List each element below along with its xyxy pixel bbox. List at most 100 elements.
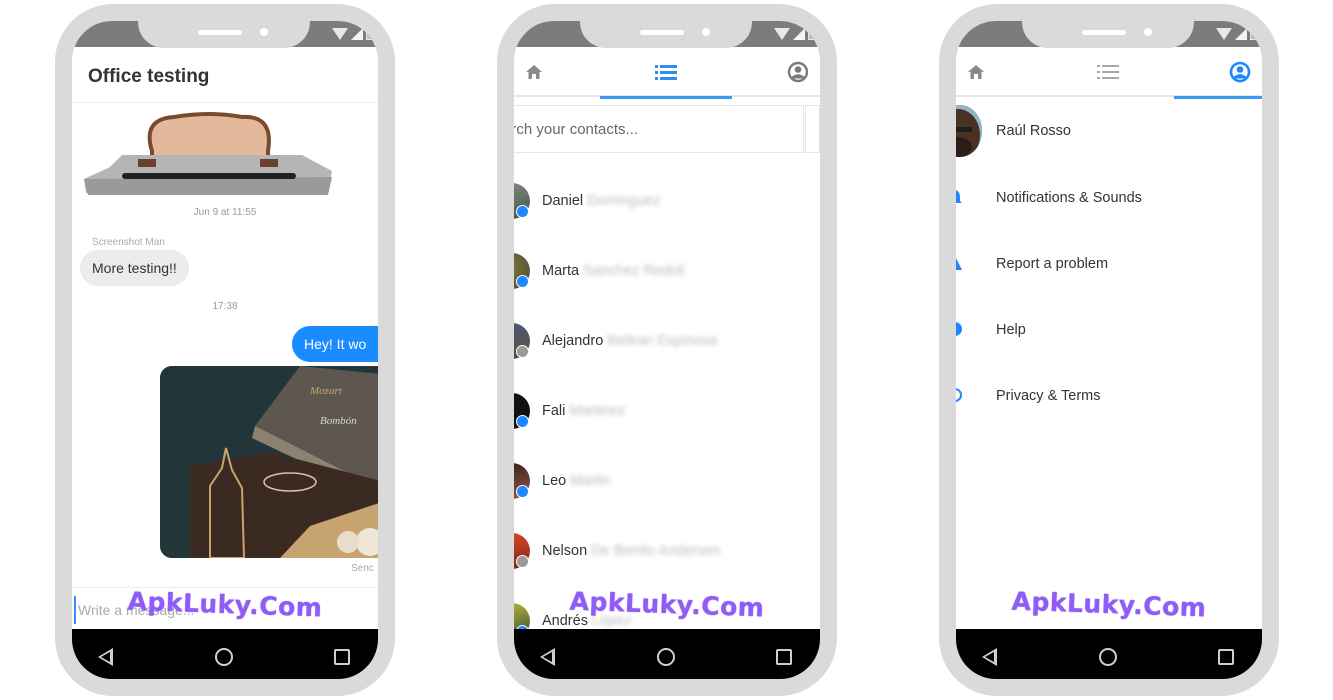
profile-name[interactable]: Raúl Rosso [996,123,1071,139]
svg-text:Bombón: Bombón [320,415,357,427]
bell-icon [956,190,962,203]
timestamp: 17:38 [212,301,238,312]
account-icon [787,61,809,83]
facebook-badge-icon [516,345,529,358]
battery-icon [808,27,816,40]
timestamp: Jun 9 at 11:55 [193,207,257,218]
facebook-badge-icon [516,555,529,568]
signal-icon [351,28,363,40]
recents-icon[interactable] [776,649,792,665]
back-icon[interactable] [982,648,997,666]
messenger-badge-icon [516,205,529,218]
search-input[interactable] [514,106,803,152]
phone-frame-conversation: Office testing Jun 9 at 11:55 Screenshot… [55,4,395,696]
menu-label: Notifications & Sounds [996,190,1142,206]
contact-last-name: Dominguez [587,193,661,209]
help-icon [956,322,962,336]
contact-last-name: Beltran Espinosa [607,333,717,349]
wifi-icon [1216,28,1232,40]
wifi-icon [332,28,348,40]
tab-account[interactable] [776,47,820,97]
home-button-icon[interactable] [1098,648,1117,666]
phone-frame-settings: Raúl Rosso Notifications & Sounds Report… [939,4,1279,696]
incoming-message-bubble[interactable]: More testing!! [80,250,189,286]
back-icon[interactable] [540,648,555,666]
recents-icon[interactable] [1218,649,1234,665]
profile-avatar[interactable] [956,105,982,157]
tab-contacts[interactable] [1042,47,1174,97]
signal-icon [793,28,805,40]
list-icon [655,65,677,80]
menu-label: Report a problem [996,256,1109,272]
notch [1022,21,1194,48]
contact-first-name: Leo [542,473,567,489]
contact-row[interactable]: Leo Martin [514,463,820,513]
status-bar [956,21,1262,48]
camera [1144,28,1152,36]
sender-name: Screenshot Man [92,237,165,248]
contact-first-name: Marta [542,263,580,279]
contact-last-name: De Benito Andersen [591,543,721,559]
chocolate-boxes-photo[interactable]: Mozart Bombón [160,366,378,558]
home-icon [968,65,984,79]
speaker [1082,30,1126,35]
contact-last-name: Martinez [569,403,625,419]
phone-frame-contacts: DanielDominguez MartaSanchez Redoli Alej… [497,4,837,696]
contact-row[interactable]: Alejandro Beltran Espinosa [514,323,820,373]
screen: Raúl Rosso Notifications & Sounds Report… [956,21,1262,679]
notch [138,21,310,48]
tab-contacts[interactable] [600,47,732,99]
tab-home[interactable] [514,47,554,97]
account-icon [1229,61,1251,83]
signal-icon [1235,28,1247,40]
list-icon [1097,65,1119,79]
home-button-icon[interactable] [656,648,675,666]
contact-last-name: Martin [570,473,611,489]
menu-item-report-problem[interactable]: Report a problem [956,245,1262,285]
contact-last-name: Sanchez Redoli [583,263,685,279]
status-bar [514,21,820,48]
wifi-icon [774,28,790,40]
screen: Office testing Jun 9 at 11:55 Screenshot… [72,21,378,679]
camera [260,28,268,36]
contact-first-name: Alejandro [542,333,604,349]
contact-row[interactable]: Nelson De Benito Andersen [514,533,820,583]
notch [580,21,752,48]
toast-sticker[interactable] [82,111,336,203]
warning-icon [956,258,962,270]
contact-first-name: Nelson [542,543,588,559]
contact-row[interactable]: Fali Martinez [514,393,820,443]
contact-search [514,105,804,153]
system-navbar [72,629,378,679]
home-button-icon[interactable] [214,648,233,666]
home-icon [526,65,542,79]
tab-bar [514,47,820,99]
privacy-icon [956,388,962,402]
menu-label: Privacy & Terms [996,388,1101,404]
messenger-badge-icon [516,485,529,498]
menu-item-notifications[interactable]: Notifications & Sounds [956,179,1262,219]
battery-icon [1250,27,1258,40]
speaker [198,30,242,35]
recents-icon[interactable] [334,649,350,665]
system-navbar [514,629,820,679]
contact-row[interactable]: Marta Sanchez Redoli [514,253,820,303]
outgoing-message-bubble[interactable]: Hey! It wo [292,326,378,362]
tab-bar [956,47,1262,99]
back-icon[interactable] [98,648,113,666]
tab-home[interactable] [956,47,996,97]
messenger-badge-icon [516,415,529,428]
search-side-button[interactable] [805,105,820,153]
menu-item-help[interactable]: Help [956,311,1262,351]
svg-text:Mozart: Mozart [309,385,343,397]
camera [702,28,710,36]
screen: DanielDominguez MartaSanchez Redoli Alej… [514,21,820,679]
chat-header: Office testing [72,47,378,103]
tab-account[interactable] [1174,47,1262,99]
contact-first-name: Daniel [542,193,584,209]
menu-item-privacy-terms[interactable]: Privacy & Terms [956,377,1262,417]
sent-status: Senc [351,563,374,574]
messenger-badge-icon [516,275,529,288]
contact-row[interactable]: Daniel Dominguez [514,183,820,233]
status-bar [72,21,378,48]
